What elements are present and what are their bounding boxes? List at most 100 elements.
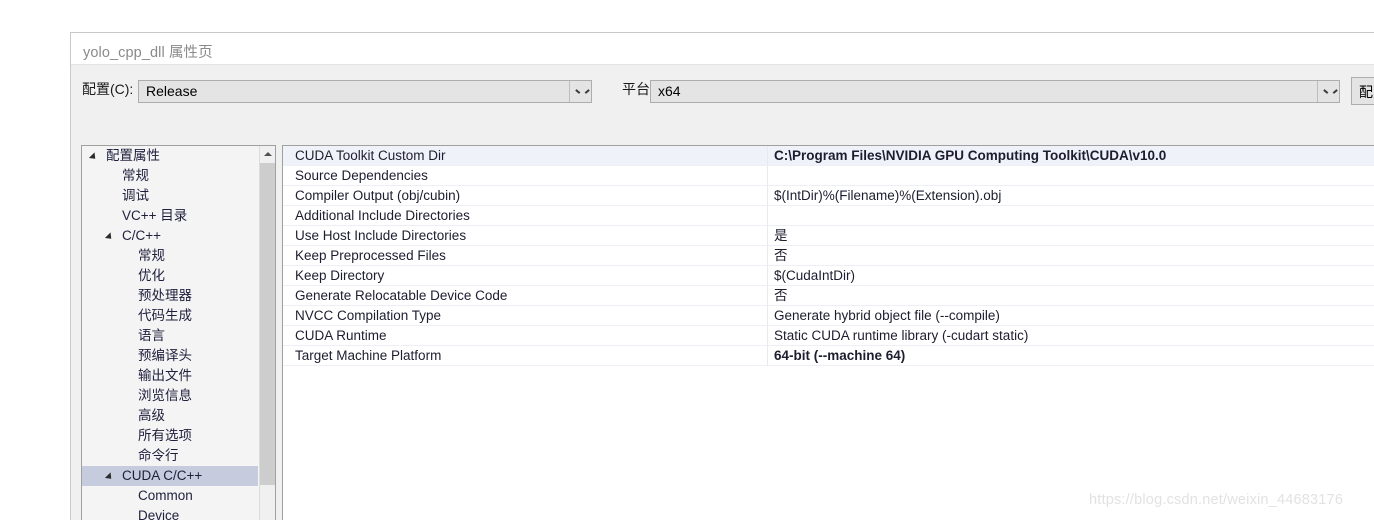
tree-item-label: Device <box>138 508 180 520</box>
tree-item[interactable]: 常规 <box>82 166 258 186</box>
tree-item-label: 语言 <box>138 328 165 343</box>
tree-item[interactable]: 预编译头 <box>82 346 258 366</box>
configuration-manager-button[interactable]: 配置管理器(O)... <box>1351 77 1374 105</box>
property-name: CUDA Toolkit Custom Dir <box>295 148 446 163</box>
tree-item[interactable]: 浏览信息 <box>82 386 258 406</box>
property-column-divider <box>767 326 768 345</box>
tree-item[interactable]: CUDA C/C++ <box>82 466 258 486</box>
property-tree[interactable]: 配置属性 常规 调试 VC++ 目录 C/C++ 常规 优化 预处理器 代码生成 语言 预编译头 输出… <box>81 145 276 520</box>
configuration-toolbar: 配置(C): Release 平台(P): x64 配置管理器(O)... <box>71 66 1374 110</box>
tree-item-label: Common <box>138 488 193 503</box>
property-row[interactable]: Target Machine Platform 64-bit (--machine… <box>283 346 1374 366</box>
tree-item[interactable]: 代码生成 <box>82 306 258 326</box>
platform-combobox[interactable]: x64 <box>650 80 1340 103</box>
tree-item[interactable]: 优化 <box>82 266 258 286</box>
property-column-divider <box>767 346 768 365</box>
property-name: Generate Relocatable Device Code <box>295 288 508 303</box>
tree-expander-icon[interactable] <box>88 152 99 162</box>
tree-item[interactable]: VC++ 目录 <box>82 206 258 226</box>
tree-item-label: CUDA C/C++ <box>122 468 203 483</box>
dialog-body: 配置属性 常规 调试 VC++ 目录 C/C++ 常规 优化 预处理器 代码生成 语言 预编译头 输出… <box>71 111 1374 520</box>
property-row[interactable]: Generate Relocatable Device Code 否 <box>283 286 1374 306</box>
property-name: Additional Include Directories <box>295 208 470 223</box>
property-name: Keep Directory <box>295 268 385 283</box>
property-column-divider <box>767 206 768 225</box>
tree-item[interactable]: Device <box>82 506 258 520</box>
platform-combobox-arrow[interactable] <box>1317 81 1339 102</box>
tree-item-label: 配置属性 <box>106 148 160 163</box>
property-value[interactable]: Static CUDA runtime library (-cudart sta… <box>774 326 1028 345</box>
tree-item-label: 所有选项 <box>138 428 192 443</box>
property-row[interactable]: NVCC Compilation Type Generate hybrid obj… <box>283 306 1374 326</box>
property-value[interactable]: $(CudaIntDir) <box>774 266 855 285</box>
tree-item[interactable]: 输出文件 <box>82 366 258 386</box>
property-value[interactable]: 是 <box>774 226 788 245</box>
property-name: Use Host Include Directories <box>295 228 467 243</box>
tree-item-label: 优化 <box>138 268 165 283</box>
property-column-divider <box>767 306 768 325</box>
tree-item-label: 浏览信息 <box>138 388 192 403</box>
property-name: NVCC Compilation Type <box>295 308 442 323</box>
property-row[interactable]: CUDA Runtime Static CUDA runtime library … <box>283 326 1374 346</box>
property-column-divider <box>767 166 768 185</box>
tree-scrollbar-up-button[interactable] <box>260 146 275 162</box>
property-grid-rows: CUDA Toolkit Custom Dir C:\Program Files\… <box>283 146 1374 366</box>
tree-item-label: VC++ 目录 <box>122 208 188 223</box>
property-tree-list: 配置属性 常规 调试 VC++ 目录 C/C++ 常规 优化 预处理器 代码生成 语言 预编译头 输出… <box>82 146 258 520</box>
property-name: Keep Preprocessed Files <box>295 248 446 263</box>
property-row[interactable]: Keep Preprocessed Files 否 <box>283 246 1374 266</box>
chevron-down-icon <box>1324 89 1332 94</box>
property-row[interactable]: CUDA Toolkit Custom Dir C:\Program Files\… <box>283 146 1374 166</box>
property-pages-dialog: yolo_cpp_dll 属性页 配置(C): Release 平台(P): x… <box>70 32 1374 520</box>
chevron-up-icon <box>264 152 272 156</box>
tree-item[interactable]: 常规 <box>82 246 258 266</box>
tree-expander-icon[interactable] <box>104 472 115 482</box>
tree-item[interactable]: 预处理器 <box>82 286 258 306</box>
tree-expander-icon[interactable] <box>104 232 115 242</box>
configuration-combobox-value: Release <box>146 83 198 99</box>
tree-item[interactable]: 高级 <box>82 406 258 426</box>
tree-item[interactable]: 配置属性 <box>82 146 258 166</box>
property-column-divider <box>767 146 768 165</box>
property-row[interactable]: Use Host Include Directories 是 <box>283 226 1374 246</box>
property-value[interactable]: $(IntDir)%(Filename)%(Extension).obj <box>774 186 1001 205</box>
tree-scrollbar-thumb[interactable] <box>260 163 275 485</box>
property-value[interactable]: C:\Program Files\NVIDIA GPU Computing To… <box>774 146 1166 165</box>
tree-item-label: 高级 <box>138 408 165 423</box>
tree-item[interactable]: 所有选项 <box>82 426 258 446</box>
watermark-text: https://blog.csdn.net/weixin_44683176 <box>1089 492 1344 508</box>
tree-item-label: C/C++ <box>122 228 162 243</box>
configuration-combobox[interactable]: Release <box>138 80 592 103</box>
tree-item-label: 输出文件 <box>138 368 192 383</box>
platform-combobox-value: x64 <box>658 83 681 99</box>
tree-item[interactable]: Common <box>82 486 258 506</box>
property-value[interactable]: 否 <box>774 246 788 265</box>
property-column-divider <box>767 246 768 265</box>
tree-item[interactable]: 调试 <box>82 186 258 206</box>
property-value[interactable]: Generate hybrid object file (--compile) <box>774 306 1000 325</box>
property-column-divider <box>767 226 768 245</box>
tree-scrollbar[interactable] <box>259 146 275 520</box>
tree-item[interactable]: C/C++ <box>82 226 258 246</box>
property-name: Compiler Output (obj/cubin) <box>295 188 461 203</box>
property-row[interactable]: Keep Directory $(CudaIntDir) <box>283 266 1374 286</box>
property-grid[interactable]: CUDA Toolkit Custom Dir C:\Program Files\… <box>282 145 1374 520</box>
tree-item[interactable]: 命令行 <box>82 446 258 466</box>
property-name: Source Dependencies <box>295 168 428 183</box>
dialog-titlebar: yolo_cpp_dll 属性页 <box>71 33 1374 65</box>
property-row[interactable]: Source Dependencies <box>283 166 1374 186</box>
property-value[interactable]: 否 <box>774 286 788 305</box>
property-row[interactable]: Additional Include Directories <box>283 206 1374 226</box>
screenshot-root: yolo_cpp_dll 属性页 配置(C): Release 平台(P): x… <box>0 0 1374 520</box>
property-value[interactable]: 64-bit (--machine 64) <box>774 346 905 365</box>
tree-item-label: 调试 <box>122 188 149 203</box>
configuration-combobox-arrow[interactable] <box>569 81 591 102</box>
dialog-title: yolo_cpp_dll 属性页 <box>83 45 213 61</box>
tree-item[interactable]: 语言 <box>82 326 258 346</box>
chevron-down-icon <box>576 89 584 94</box>
tree-item-label: 常规 <box>138 248 165 263</box>
tree-item-label: 预处理器 <box>138 288 192 303</box>
property-row[interactable]: Compiler Output (obj/cubin) $(IntDir)%(Fi… <box>283 186 1374 206</box>
tree-item-label: 常规 <box>122 168 149 183</box>
tree-item-label: 代码生成 <box>138 308 192 323</box>
